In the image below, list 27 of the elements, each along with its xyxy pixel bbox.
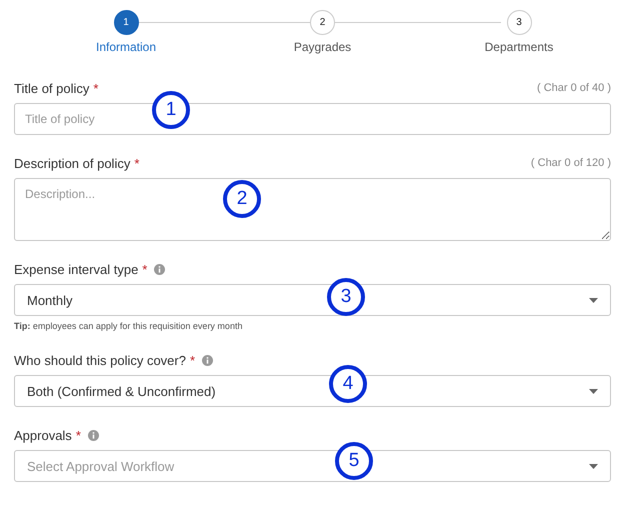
char-counter: ( Char 0 of 120 ) bbox=[530, 157, 611, 169]
field-label: Description of policy bbox=[14, 156, 130, 170]
callout-number: 4 bbox=[329, 365, 367, 403]
field-label: Approvals bbox=[14, 428, 72, 442]
caret-icon bbox=[589, 464, 598, 468]
step-number[interactable]: 2 bbox=[310, 10, 335, 35]
caret-icon bbox=[589, 298, 598, 302]
tip-text: Tip: employees can apply for this requisition every month bbox=[14, 321, 244, 332]
step-number[interactable]: 1 bbox=[114, 10, 138, 35]
required-mark: * bbox=[76, 428, 81, 442]
step-label: Information bbox=[96, 40, 156, 54]
char-counter: ( Char 0 of 40 ) bbox=[537, 82, 611, 94]
caret-icon bbox=[589, 388, 598, 394]
field-label: Title of policy bbox=[14, 80, 90, 96]
info-icon[interactable] bbox=[88, 430, 99, 440]
field-label: Expense interval type bbox=[14, 262, 138, 276]
step-label: Departments bbox=[484, 40, 554, 54]
required-mark: * bbox=[190, 352, 196, 368]
field-label: Who should this policy cover? bbox=[14, 352, 186, 368]
info-icon[interactable] bbox=[154, 264, 166, 274]
required-mark: * bbox=[134, 156, 140, 170]
required-mark: * bbox=[142, 262, 148, 276]
info-icon[interactable] bbox=[202, 354, 214, 366]
step-number[interactable]: 3 bbox=[506, 10, 532, 35]
required-mark: * bbox=[93, 80, 98, 96]
callout-number: 1 bbox=[152, 91, 190, 129]
step-label: Paygrades bbox=[294, 40, 352, 54]
